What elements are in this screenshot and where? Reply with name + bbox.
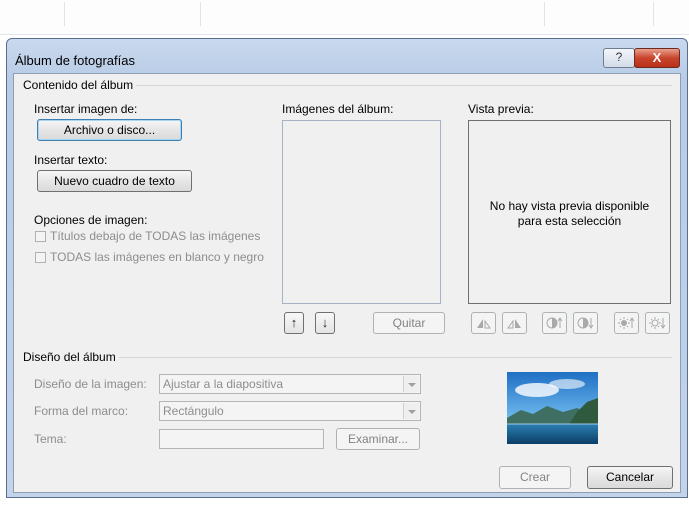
rotate-left-icon [477, 319, 491, 329]
album-images-list[interactable] [282, 120, 441, 304]
help-button[interactable]: ? [603, 48, 635, 68]
content-group-label: Contenido del álbum [20, 78, 137, 92]
contrast-up-button[interactable] [542, 312, 567, 334]
theme-input[interactable] [159, 429, 324, 449]
insert-image-label: Insertar imagen de: [34, 102, 138, 116]
new-textbox-button[interactable]: Nuevo cuadro de texto [37, 170, 192, 192]
move-down-button[interactable]: ↓ [315, 312, 335, 334]
file-or-disk-button[interactable]: Archivo o disco... [37, 119, 182, 141]
create-button[interactable]: Crear [499, 466, 571, 489]
layout-group-label: Diseño del álbum [20, 350, 119, 364]
toolbar-separator [64, 2, 65, 26]
help-icon: ? [615, 50, 623, 64]
chevron-down-icon[interactable] [403, 376, 419, 392]
close-icon: X [652, 50, 662, 65]
layout-preview-thumbnail [507, 372, 598, 444]
toolbar-separator [544, 2, 545, 26]
remove-button[interactable]: Quitar [373, 312, 445, 334]
preview-pane: No hay vista previa disponible para esta… [468, 120, 671, 304]
contrast-down-button[interactable] [573, 312, 598, 334]
chevron-down-icon[interactable] [403, 403, 419, 419]
rotate-right-icon [507, 319, 521, 329]
arrow-down-icon: ↓ [321, 315, 329, 330]
close-button[interactable]: X [634, 48, 680, 68]
caption-checkbox-label: Títulos debajo de TODAS las imágenes [50, 229, 261, 243]
frame-shape-label: Forma del marco: [34, 404, 129, 418]
dialog-client-area: Contenido del álbum Insertar imagen de: … [13, 73, 681, 493]
image-layout-value: Ajustar a la diapositiva [163, 377, 284, 391]
image-layout-label: Diseño de la imagen: [34, 377, 147, 391]
preview-empty-text: No hay vista previa disponible para esta… [489, 199, 650, 228]
image-options-label: Opciones de imagen: [34, 213, 148, 227]
theme-label: Tema: [34, 432, 67, 446]
brightness-down-button[interactable] [645, 312, 670, 334]
frame-shape-value: Rectángulo [163, 404, 224, 418]
caption-checkbox[interactable] [35, 231, 46, 242]
cancel-button[interactable]: Cancelar [587, 466, 673, 489]
black-white-checkbox[interactable] [35, 252, 46, 263]
dialog-title: Álbum de fotografías [15, 53, 135, 68]
photo-album-dialog: Álbum de fotografías ? X Contenido del á… [6, 38, 688, 498]
brightness-up-icon [618, 317, 635, 329]
contrast-down-icon [577, 317, 594, 329]
black-white-checkbox-label: TODAS las imágenes en blanco y negro [50, 250, 264, 264]
insert-text-label: Insertar texto: [34, 153, 108, 167]
image-layout-select[interactable]: Ajustar a la diapositiva [159, 374, 421, 394]
rotate-left-button[interactable] [471, 312, 496, 334]
dialog-titlebar[interactable]: Álbum de fotografías ? X [7, 39, 687, 73]
contrast-up-icon [546, 317, 563, 329]
frame-shape-select[interactable]: Rectángulo [159, 401, 421, 421]
toolbar-separator [200, 2, 201, 26]
move-up-button[interactable]: ↑ [284, 312, 304, 334]
brightness-down-icon [649, 317, 666, 329]
rotate-right-button[interactable] [502, 312, 527, 334]
arrow-up-icon: ↑ [290, 315, 298, 330]
background-app-toolbar [0, 0, 689, 35]
toolbar-separator [653, 2, 654, 26]
browse-button[interactable]: Examinar... [336, 428, 420, 450]
brightness-up-button[interactable] [614, 312, 639, 334]
album-images-label: Imágenes del álbum: [282, 102, 394, 116]
preview-label: Vista previa: [468, 102, 534, 116]
